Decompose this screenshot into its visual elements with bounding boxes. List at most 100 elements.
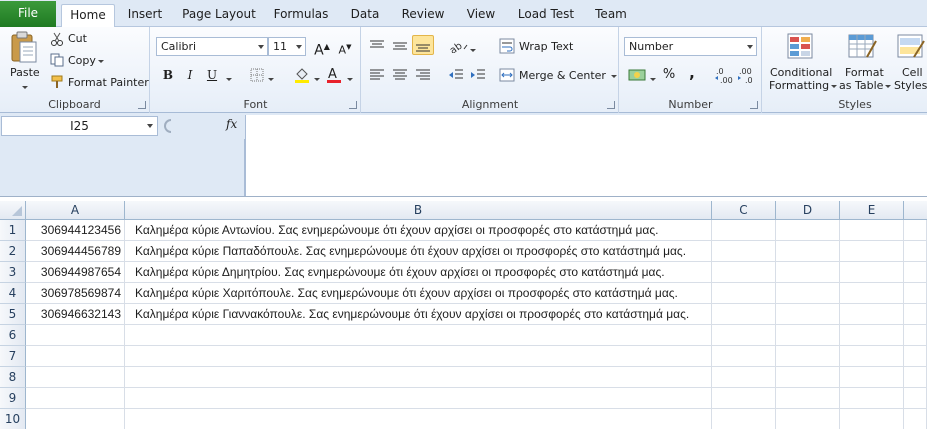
cell-c[interactable] [712, 241, 776, 262]
cell-f[interactable] [904, 283, 927, 304]
font-name-select[interactable]: Calibri [156, 37, 268, 56]
cell-c[interactable] [712, 346, 776, 367]
formula-input[interactable] [245, 115, 927, 196]
cell-e[interactable] [840, 388, 904, 409]
cell-e[interactable] [840, 304, 904, 325]
wrap-text-button[interactable]: Wrap Text [519, 40, 573, 53]
cell-c[interactable] [712, 325, 776, 346]
number-launcher-icon[interactable] [750, 101, 758, 109]
fill-color-icon[interactable] [294, 67, 310, 83]
cell-b[interactable] [125, 388, 712, 409]
merge-center-button[interactable]: Merge & Center [519, 69, 617, 82]
column-header-c[interactable]: C [712, 201, 776, 220]
tab-load-test[interactable]: Load Test [513, 4, 579, 27]
cell-a[interactable]: 306944123456 [26, 220, 125, 241]
cell-d[interactable] [776, 283, 840, 304]
align-top-icon[interactable] [369, 39, 385, 53]
cell-b[interactable]: Καλημέρα κύριε Χαριτόπουλε. Σας ενημερών… [125, 283, 712, 304]
cell-c[interactable] [712, 283, 776, 304]
cell-d[interactable] [776, 220, 840, 241]
grow-font-icon[interactable]: A▲ [311, 37, 333, 59]
orientation-dropdown-icon[interactable] [468, 43, 476, 56]
tab-page-layout[interactable]: Page Layout [180, 4, 258, 27]
cell-c[interactable] [712, 304, 776, 325]
align-middle-icon[interactable] [392, 39, 408, 53]
cell-f[interactable] [904, 367, 927, 388]
cell-d[interactable] [776, 325, 840, 346]
cell-e[interactable] [840, 220, 904, 241]
cell-e[interactable] [840, 346, 904, 367]
tab-team[interactable]: Team [591, 4, 631, 27]
cell-f[interactable] [904, 409, 927, 429]
cell-d[interactable] [776, 241, 840, 262]
paste-icon[interactable] [9, 31, 39, 65]
align-bottom-icon[interactable] [412, 35, 434, 55]
cell-e[interactable] [840, 367, 904, 388]
row-header[interactable]: 6 [0, 325, 26, 346]
cell-styles-button[interactable]: Styles [894, 79, 927, 92]
format-as-table-label[interactable]: Format [845, 66, 884, 79]
cell-b[interactable]: Καλημέρα κύριε Δημητρίου. Σας ενημερώνου… [125, 262, 712, 283]
paste-button[interactable]: Paste [10, 66, 40, 79]
cell-a[interactable]: 306978569874 [26, 283, 125, 304]
column-header-f[interactable] [904, 201, 927, 220]
tab-formulas[interactable]: Formulas [270, 4, 332, 27]
column-header-b[interactable]: B [125, 201, 712, 220]
cell-a[interactable]: 306944987654 [26, 262, 125, 283]
conditional-formatting-label[interactable]: Conditional [770, 66, 832, 79]
row-header[interactable]: 3 [0, 262, 26, 283]
tab-home[interactable]: Home [61, 4, 115, 28]
italic-button[interactable]: I [179, 65, 201, 85]
formula-bar-resize-icon[interactable] [163, 118, 181, 134]
increase-indent-icon[interactable] [470, 68, 486, 82]
cell-b[interactable] [125, 409, 712, 429]
font-launcher-icon[interactable] [349, 101, 357, 109]
cell-f[interactable] [904, 304, 927, 325]
row-header[interactable]: 8 [0, 367, 26, 388]
cell-a[interactable] [26, 325, 125, 346]
cell-d[interactable] [776, 367, 840, 388]
name-box[interactable]: I25 [1, 116, 158, 136]
copy-button[interactable]: Copy [68, 54, 104, 67]
cell-e[interactable] [840, 283, 904, 304]
cell-c[interactable] [712, 409, 776, 429]
tab-review[interactable]: Review [397, 4, 449, 27]
cell-c[interactable] [712, 388, 776, 409]
insert-function-icon[interactable]: fx [226, 117, 237, 131]
shrink-font-icon[interactable]: A▼ [334, 37, 356, 57]
cell-c[interactable] [712, 367, 776, 388]
cell-e[interactable] [840, 262, 904, 283]
comma-button[interactable]: , [681, 63, 703, 83]
format-as-table-button[interactable]: as Table [839, 79, 892, 92]
cell-e[interactable] [840, 325, 904, 346]
bold-button[interactable]: B [157, 65, 179, 85]
cut-button[interactable]: Cut [68, 32, 87, 45]
accounting-format-icon[interactable] [628, 67, 646, 83]
number-format-select[interactable]: Number [624, 37, 757, 56]
row-header[interactable]: 4 [0, 283, 26, 304]
column-header-a[interactable]: A [26, 201, 125, 220]
format-painter-button[interactable]: Format Painter [68, 76, 149, 89]
cell-d[interactable] [776, 388, 840, 409]
conditional-formatting-button[interactable]: Formatting [769, 79, 838, 92]
cell-b[interactable] [125, 325, 712, 346]
row-header[interactable]: 7 [0, 346, 26, 367]
cell-f[interactable] [904, 346, 927, 367]
alignment-launcher-icon[interactable] [607, 101, 615, 109]
tab-view[interactable]: View [461, 4, 501, 27]
paste-dropdown[interactable] [20, 80, 28, 93]
cell-a[interactable]: 306944456789 [26, 241, 125, 262]
cell-d[interactable] [776, 262, 840, 283]
tab-file[interactable]: File [0, 1, 56, 27]
cell-f[interactable] [904, 388, 927, 409]
cell-a[interactable] [26, 409, 125, 429]
increase-decimal-icon[interactable]: .0.00 [714, 66, 734, 85]
cell-b[interactable] [125, 367, 712, 388]
orientation-icon[interactable]: ab [448, 39, 468, 57]
underline-button[interactable]: U [201, 65, 223, 85]
row-header[interactable]: 1 [0, 220, 26, 241]
cell-d[interactable] [776, 409, 840, 429]
borders-dropdown-icon[interactable] [266, 72, 274, 85]
font-color-dropdown-icon[interactable] [345, 72, 353, 85]
align-left-icon[interactable] [369, 68, 385, 82]
